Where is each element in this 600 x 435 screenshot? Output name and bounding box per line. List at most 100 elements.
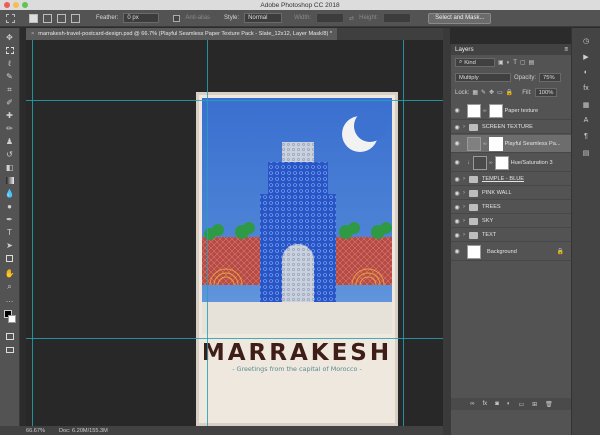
zoom-window-button[interactable] xyxy=(22,2,28,8)
filter-smart-icon[interactable]: ▤ xyxy=(529,59,535,66)
eye-icon[interactable]: ◉ xyxy=(451,229,463,241)
mask-thumbnail[interactable] xyxy=(488,136,503,151)
new-adjustment-icon[interactable]: ◐ xyxy=(507,401,511,407)
more-icon[interactable]: … xyxy=(4,294,15,305)
zoom-level[interactable]: 66.67% xyxy=(26,428,45,434)
minimize-window-button[interactable] xyxy=(13,2,19,8)
postcard-artwork[interactable]: MARRAKESH - Greetings from the capital o… xyxy=(196,92,398,426)
paragraph-icon[interactable]: ¶ xyxy=(581,132,591,141)
guide-horizontal[interactable] xyxy=(26,100,443,101)
add-to-selection-icon[interactable] xyxy=(43,13,52,23)
swap-icon[interactable]: ⇄ xyxy=(349,15,354,22)
lasso-icon[interactable]: ℓ xyxy=(4,58,15,69)
adjustments-icon[interactable]: ◐ xyxy=(581,68,591,77)
properties-icon[interactable]: ▶ xyxy=(581,52,591,61)
layer-group-row[interactable]: ◉ › PINK WALL xyxy=(451,187,572,200)
shape-icon[interactable] xyxy=(4,253,15,264)
path-select-icon[interactable]: ➤ xyxy=(4,240,15,251)
blend-mode-select[interactable]: Multiply xyxy=(455,73,511,82)
quick-select-icon[interactable]: ✎ xyxy=(4,71,15,82)
crop-icon[interactable]: ⌗ xyxy=(4,84,15,95)
close-tab-icon[interactable]: × xyxy=(31,31,34,37)
layer-group-row[interactable]: ◉ › TEMPLE - BLUE xyxy=(451,173,572,186)
color-swatches[interactable] xyxy=(4,310,16,326)
mask-thumbnail[interactable] xyxy=(488,103,503,118)
eye-icon[interactable]: ◉ xyxy=(451,121,463,133)
eye-icon[interactable]: ◉ xyxy=(451,243,463,260)
layers-panel-tab[interactable]: Layers ≡ xyxy=(451,44,572,55)
opacity-input[interactable]: 75% xyxy=(539,73,562,82)
document-tab[interactable]: × marrakesh-travel-postcard-design.psd @… xyxy=(26,28,338,40)
layer-row[interactable]: ◉ Background 🔒 xyxy=(451,243,572,261)
filter-pixel-icon[interactable]: ▣ xyxy=(498,59,504,66)
layer-group-row[interactable]: ◉ › SKY xyxy=(451,215,572,228)
layer-group-row[interactable]: ◉ › TEXT xyxy=(451,229,572,242)
lock-artboard-icon[interactable]: ▭ xyxy=(497,89,503,96)
layer-row-selected[interactable]: ◉ ∞ Playful Seamless Pa... xyxy=(451,135,572,153)
add-mask-icon[interactable]: ◙ xyxy=(495,401,499,407)
healing-icon[interactable]: ✚ xyxy=(4,110,15,121)
lock-position-icon[interactable]: ✥ xyxy=(489,89,494,96)
lock-paint-icon[interactable]: ✎ xyxy=(481,89,486,96)
stamp-icon[interactable]: ♟ xyxy=(4,136,15,147)
style-select[interactable]: Normal xyxy=(244,13,283,23)
select-and-mask-button[interactable]: Select and Mask... xyxy=(428,12,492,24)
layer-row[interactable]: ◉ ↓ ∞ Hue/Saturation 3 xyxy=(451,154,572,172)
hand-icon[interactable]: ✋ xyxy=(4,268,15,279)
move-icon[interactable]: ✥ xyxy=(4,32,15,43)
eye-icon[interactable]: ◉ xyxy=(451,135,463,152)
antialias-checkbox[interactable] xyxy=(173,14,181,22)
libraries-icon[interactable]: ▤ xyxy=(581,148,591,157)
new-selection-icon[interactable] xyxy=(29,13,38,23)
filter-adjust-icon[interactable]: ◐ xyxy=(507,60,511,66)
width-input[interactable] xyxy=(316,13,345,23)
intersect-selection-icon[interactable] xyxy=(71,13,80,23)
eye-icon[interactable]: ◉ xyxy=(451,187,463,199)
mask-thumbnail[interactable] xyxy=(494,155,509,170)
close-window-button[interactable] xyxy=(4,2,10,8)
new-layer-icon[interactable]: ⊞ xyxy=(532,401,537,408)
eye-icon[interactable]: ◉ xyxy=(451,154,463,171)
blur-icon[interactable]: 💧 xyxy=(4,188,15,199)
new-group-icon[interactable]: ▭ xyxy=(518,401,524,408)
fill-input[interactable]: 100% xyxy=(534,88,557,97)
filter-type-icon[interactable]: T xyxy=(513,60,517,66)
eraser-icon[interactable]: ◧ xyxy=(4,162,15,173)
character-icon[interactable]: A xyxy=(581,116,591,125)
history-brush-icon[interactable]: ↺ xyxy=(4,149,15,160)
gradient-icon[interactable] xyxy=(4,175,15,186)
screen-mode-icon[interactable] xyxy=(4,344,15,355)
guide-horizontal[interactable] xyxy=(26,338,443,339)
swatches-icon[interactable]: ▦ xyxy=(581,100,591,109)
layer-group-row[interactable]: ◉ › TREES xyxy=(451,201,572,214)
eyedropper-icon[interactable]: ✐ xyxy=(4,97,15,108)
type-icon[interactable]: T xyxy=(4,227,15,238)
panel-dock-collapse[interactable] xyxy=(443,28,450,435)
kind-filter-select[interactable]: ⌕ Kind xyxy=(455,58,495,67)
styles-icon[interactable]: fx xyxy=(581,84,591,93)
guide-vertical[interactable] xyxy=(403,40,404,426)
layer-row[interactable]: ◉ ∞ Paper texture xyxy=(451,102,572,120)
dodge-icon[interactable]: ● xyxy=(4,201,15,212)
panel-menu-icon[interactable]: ≡ xyxy=(564,46,568,53)
eye-icon[interactable]: ◉ xyxy=(451,173,463,185)
canvas-area[interactable]: MARRAKESH - Greetings from the capital o… xyxy=(26,40,443,426)
pen-icon[interactable]: ✒ xyxy=(4,214,15,225)
zoom-icon[interactable]: ⌕ xyxy=(4,281,15,292)
feather-input[interactable]: 0 px xyxy=(123,13,160,23)
eye-icon[interactable]: ◉ xyxy=(451,102,463,119)
eye-icon[interactable]: ◉ xyxy=(451,201,463,213)
marquee-tool-preset-icon[interactable] xyxy=(6,13,15,23)
layer-group-row[interactable]: ◉ › SCREEN TEXTURE xyxy=(451,121,572,134)
trash-icon[interactable]: 🗑 xyxy=(545,401,553,408)
guide-vertical[interactable] xyxy=(32,40,33,426)
brush-icon[interactable]: ✏ xyxy=(4,123,15,134)
filter-shape-icon[interactable]: ▢ xyxy=(520,59,526,66)
fx-icon[interactable]: fx xyxy=(483,401,488,407)
marquee-icon[interactable] xyxy=(4,45,15,56)
quick-mask-icon[interactable] xyxy=(4,331,15,342)
history-icon[interactable]: ◷ xyxy=(581,36,591,45)
subtract-from-selection-icon[interactable] xyxy=(57,13,66,23)
guide-vertical[interactable] xyxy=(207,40,208,426)
height-input[interactable] xyxy=(383,13,412,23)
